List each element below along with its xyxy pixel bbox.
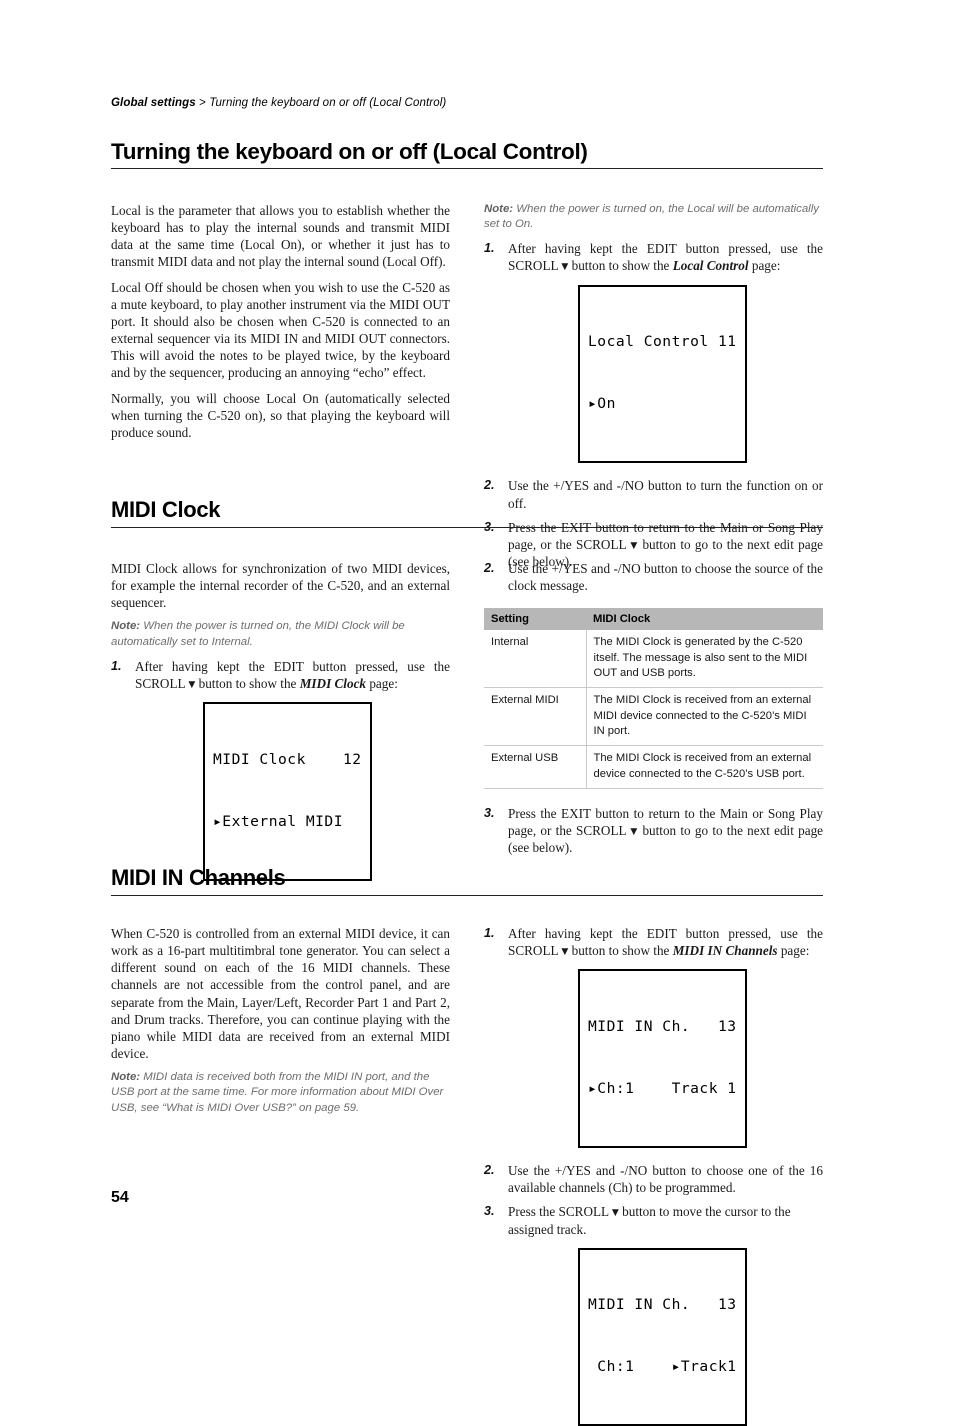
section-title: Turning the keyboard on or off (Local Co… bbox=[111, 139, 588, 164]
step-text: Use the +/YES and -/NO button to choose … bbox=[508, 1163, 823, 1196]
table-cell-description: The MIDI Clock is generated by the C-520… bbox=[586, 630, 823, 689]
scroll-down-icon: ▼ bbox=[611, 1208, 619, 1219]
table-cell-setting: External MIDI bbox=[484, 687, 587, 747]
paragraph: Normally, you will choose Local On (auto… bbox=[111, 390, 450, 440]
breadcrumb-current: Turning the keyboard on or off (Local Co… bbox=[209, 97, 447, 109]
lcd-display-midi-in-channel: MIDI IN Ch. 13 ▸Ch:1 Track 1 bbox=[578, 969, 747, 1149]
table-cell-description: The MIDI Clock is received from an exter… bbox=[586, 687, 823, 747]
steps-midi-clock: 1. After having kept the EDIT button pres… bbox=[111, 658, 450, 692]
table-header-midi-clock: MIDI Clock bbox=[586, 608, 823, 631]
step-item: 3. Press the EXIT button to return to the… bbox=[484, 805, 823, 856]
note-label: Note: bbox=[111, 1071, 141, 1084]
breadcrumb-section: Global settings bbox=[111, 97, 196, 109]
table-header-setting: Setting bbox=[484, 608, 586, 631]
heading-rule bbox=[111, 526, 823, 528]
steps-midi-clock-exit: 3. Press the EXIT button to return to the… bbox=[484, 805, 823, 856]
table-row: External USB The MIDI Clock is received … bbox=[484, 745, 823, 790]
step-item: 1. After having kept the EDIT button pres… bbox=[484, 240, 823, 274]
lcd-display-midi-clock-wrap: MIDI Clock 12 ▸External MIDI bbox=[203, 702, 450, 881]
step-item: 1. After having kept the EDIT button pres… bbox=[484, 925, 823, 959]
midi-clock-settings-table: Setting MIDI Clock Internal The MIDI Clo… bbox=[484, 608, 823, 790]
step-text: Use the +/YES and -/NO button to choose … bbox=[508, 561, 823, 594]
lcd-display-midi-in-2-wrap: MIDI IN Ch. 13 Ch:1 ▸Track1 bbox=[578, 1247, 823, 1426]
breadcrumb: Global settings > Turning the keyboard o… bbox=[111, 97, 446, 109]
step-number: 3. bbox=[484, 806, 495, 821]
note-text: MIDI data is received both from the MIDI… bbox=[111, 1071, 444, 1114]
note-label: Note: bbox=[111, 620, 141, 633]
table-cell-setting: External USB bbox=[484, 745, 587, 790]
step-item: 2. Use the +/YES and -/NO button to choos… bbox=[484, 560, 823, 594]
step-number: 1. bbox=[484, 241, 495, 256]
step-number: 1. bbox=[111, 658, 122, 673]
lcd-line-2: ▸Ch:1 Track 1 bbox=[588, 1079, 737, 1097]
table-row: External MIDI The MIDI Clock is received… bbox=[484, 687, 823, 747]
steps-midi-in-1: 1. After having kept the EDIT button pres… bbox=[484, 925, 823, 959]
lcd-line-1: MIDI IN Ch. 13 bbox=[588, 1017, 737, 1035]
paragraph: Local is the parameter that allows you t… bbox=[111, 203, 450, 270]
note-midi-clock-power-on: Note: When the power is turned on, the M… bbox=[111, 619, 450, 649]
step-number: 2. bbox=[484, 478, 495, 493]
heading-rule bbox=[111, 168, 823, 170]
step-item: 3. Press the SCROLL ▼ button to move the … bbox=[484, 1203, 823, 1237]
midi-clock-right-column: 2. Use the +/YES and -/NO button to choos… bbox=[484, 560, 823, 864]
section-title: MIDI Clock bbox=[111, 497, 221, 522]
step-text: After having kept the EDIT button presse… bbox=[508, 926, 823, 959]
heading-rule bbox=[111, 894, 823, 896]
paragraph: MIDI Clock allows for synchronization of… bbox=[111, 561, 450, 611]
midi-in-right-column: 1. After having kept the EDIT button pres… bbox=[484, 925, 823, 1426]
lcd-line-2: Ch:1 ▸Track1 bbox=[588, 1358, 737, 1376]
lcd-line-1: MIDI Clock 12 bbox=[213, 750, 362, 768]
local-control-left-column: Local is the parameter that allows you t… bbox=[111, 202, 450, 449]
note-local-power-on: Note: When the power is turned on, the L… bbox=[484, 202, 823, 232]
step-item: 1. After having kept the EDIT button pres… bbox=[111, 658, 450, 692]
document-page: Global settings > Turning the keyboard o… bbox=[0, 0, 954, 1426]
lcd-line-1: Local Control 11 bbox=[588, 333, 737, 351]
lcd-display-midi-clock: MIDI Clock 12 ▸External MIDI bbox=[203, 702, 372, 881]
note-text: When the power is turned on, the Local w… bbox=[484, 203, 819, 231]
midi-in-left-column: When C-520 is controlled from an externa… bbox=[111, 925, 450, 1124]
lcd-line-1: MIDI IN Ch. 13 bbox=[588, 1296, 737, 1314]
step-text: After having kept the EDIT button presse… bbox=[508, 241, 823, 274]
midi-clock-left-column: MIDI Clock allows for synchronization of… bbox=[111, 560, 450, 881]
step-text: After having kept the EDIT button presse… bbox=[135, 658, 450, 691]
section-heading-local-control: Turning the keyboard on or off (Local Co… bbox=[111, 139, 823, 170]
paragraph: When C-520 is controlled from an externa… bbox=[111, 926, 450, 1062]
lcd-line-2: ▸External MIDI bbox=[213, 812, 344, 830]
note-midi-in-usb: Note: MIDI data is received both from th… bbox=[111, 1070, 450, 1115]
step-text: Press the SCROLL ▼ button to move the cu… bbox=[508, 1204, 791, 1237]
table-row: Internal The MIDI Clock is generated by … bbox=[484, 630, 823, 689]
section-heading-midi-in-channels: MIDI IN Channels bbox=[111, 865, 823, 896]
note-text: When the power is turned on, the MIDI Cl… bbox=[111, 620, 405, 648]
step-text: Press the EXIT button to return to the M… bbox=[508, 806, 824, 856]
section-heading-midi-clock: MIDI Clock bbox=[111, 497, 823, 528]
step-number: 2. bbox=[484, 1163, 495, 1178]
note-label: Note: bbox=[484, 203, 514, 215]
step-number: 3. bbox=[484, 1204, 495, 1219]
steps-local-control-1: 1. After having kept the EDIT button pres… bbox=[484, 240, 823, 274]
paragraph: Local Off should be chosen when you wish… bbox=[111, 279, 450, 381]
step-number: 1. bbox=[484, 926, 495, 940]
lcd-display-midi-in-1-wrap: MIDI IN Ch. 13 ▸Ch:1 Track 1 bbox=[578, 969, 823, 1149]
lcd-line-2: ▸On bbox=[588, 395, 616, 413]
step-number: 2. bbox=[484, 561, 495, 575]
lcd-display-local-control: Local Control 11 ▸On bbox=[578, 284, 747, 464]
breadcrumb-separator: > bbox=[195, 97, 210, 109]
section-title: MIDI IN Channels bbox=[111, 865, 286, 890]
table-header-row: Setting MIDI Clock bbox=[484, 608, 823, 631]
steps-midi-in-2: 2. Use the +/YES and -/NO button to choos… bbox=[484, 1162, 823, 1238]
page-number: 54 bbox=[111, 1189, 129, 1206]
step-item: 2. Use the +/YES and -/NO button to choos… bbox=[484, 1162, 823, 1196]
steps-midi-clock-source: 2. Use the +/YES and -/NO button to choos… bbox=[484, 560, 823, 594]
table-cell-setting: Internal bbox=[484, 630, 587, 689]
table-cell-description: The MIDI Clock is received from an exter… bbox=[586, 745, 823, 790]
lcd-display-local-control-wrap: Local Control 11 ▸On bbox=[578, 284, 823, 464]
lcd-display-midi-in-track: MIDI IN Ch. 13 Ch:1 ▸Track1 bbox=[578, 1247, 747, 1426]
